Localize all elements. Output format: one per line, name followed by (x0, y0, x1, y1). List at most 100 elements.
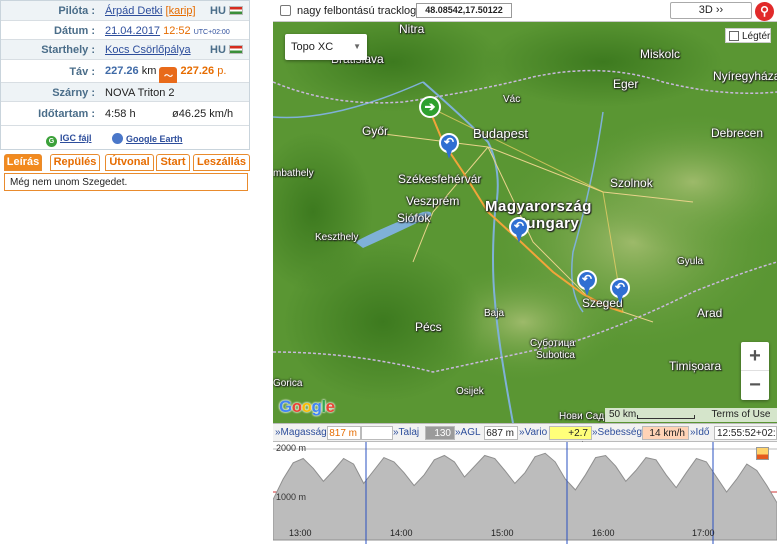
distance-label: Táv : (69, 65, 95, 78)
distance-value: 227.26 (105, 64, 139, 77)
google-earth-icon (112, 133, 123, 144)
description-box: Még nem unom Szegedet. (4, 173, 248, 191)
terms-of-use-link[interactable]: Terms of Use (705, 408, 777, 422)
igc-icon: G (46, 136, 57, 147)
turnpoint-marker[interactable]: ↶ (509, 217, 529, 243)
airspace-checkbox[interactable] (729, 31, 739, 41)
city-subotica-cyrillic: Суботица (530, 338, 575, 349)
pilot-nick-link[interactable]: [karip] (166, 5, 196, 17)
glider-label: Szárny : (52, 86, 95, 99)
tab-bar: Leírás Repülés Útvonal Start Leszállás (4, 154, 250, 172)
turnpoint-marker[interactable]: ↶ (439, 133, 459, 159)
points-unit: p. (217, 64, 227, 77)
time-value: 12:55:52+02:0 (714, 426, 777, 440)
3d-button[interactable]: 3D ›› (670, 2, 752, 19)
igc-file-link[interactable]: G IGC fájl (46, 133, 92, 147)
map-toolbar: nagy felbontású tracklog 48.08542,17.501… (273, 0, 777, 22)
flight-readout-bar: »Magasság 817 m »Talaj 130 m »AGL 687 m … (273, 423, 777, 452)
glider-row: Szárny : NOVA Triton 2 (1, 82, 249, 102)
zoom-in-button[interactable]: + (741, 342, 769, 371)
pilot-country: HU (210, 5, 243, 17)
map-type-selector[interactable]: Topo XC ▼ (285, 34, 367, 60)
duration-row: Időtartam : 4:58 h ø46.25 km/h (1, 102, 249, 126)
date-row: Dátum : 21.04.2017 12:52 UTC+02:00 (1, 21, 249, 40)
points-value: 227.26 (180, 64, 215, 77)
city-pecs: Pécs (415, 320, 442, 334)
distance-unit: km (141, 64, 157, 77)
search-icon[interactable]: ⚲ (755, 2, 774, 21)
city-veszprem: Veszprém (406, 194, 460, 208)
zoom-out-button[interactable]: − (741, 371, 769, 400)
altitude-graph[interactable]: 2000 m 1000 m 13:00 14:00 15:00 16:00 17… (273, 442, 777, 544)
city-baja: Baja (484, 308, 505, 319)
tab-landing[interactable]: Leszállás (193, 154, 250, 171)
city-szekesfehervar: Székesfehérvár (398, 172, 482, 186)
zoom-control: + − (741, 342, 769, 400)
timezone: UTC+02:00 (193, 28, 230, 36)
average-speed: ø46.25 km/h (172, 108, 234, 120)
city-gyula: Gyula (677, 256, 704, 267)
flight-info-panel: Pilóta : Árpád Detki [karip] HU Dátum : … (0, 0, 250, 150)
time-tick: 17:00 (692, 528, 715, 538)
pilot-label: Pilóta : (58, 5, 95, 17)
start-time: 12:52 (163, 24, 191, 37)
city-timisoara: Timișoara (669, 359, 722, 373)
time-tick: 16:00 (592, 528, 615, 538)
time-label: »Idő (690, 427, 710, 438)
city-keszthely: Keszthely (315, 232, 359, 243)
hungary-flag-icon (228, 6, 243, 15)
google-logo: Google (279, 397, 335, 416)
tab-route[interactable]: Útvonal (105, 154, 154, 171)
ground-label: »Talaj (393, 427, 420, 438)
duration-value: 4:58 h (105, 108, 136, 120)
y-axis-top: 2000 m (276, 443, 307, 453)
google-earth-link[interactable]: Google Earth (112, 133, 183, 144)
hungary-flag-icon (228, 45, 243, 54)
tab-flight[interactable]: Repülés (50, 154, 100, 171)
duration-label: Időtartam : (38, 108, 95, 120)
city-szombathely: mbathely (273, 168, 314, 179)
pilot-row: Pilóta : Árpád Detki [karip] HU (1, 1, 249, 21)
map-scale: 50 km (605, 408, 705, 422)
tab-start[interactable]: Start (156, 154, 190, 171)
takeoff-label: Starthely : (41, 44, 95, 56)
agl-label: »AGL (455, 427, 481, 438)
altitude-value: 817 m (327, 426, 361, 440)
city-nyiregyhaza: Nyíregyháza (713, 69, 777, 83)
city-nitra: Nitra (399, 22, 425, 36)
city-miskolc: Miskolc (640, 47, 681, 61)
airspace-toggle[interactable]: Légtér (725, 28, 771, 43)
agl-value: 687 m (484, 426, 518, 440)
tab-description[interactable]: Leírás (4, 154, 42, 171)
city-eger: Eger (613, 77, 639, 91)
turnpoint-marker[interactable]: ↶ (577, 270, 597, 296)
hires-label: nagy felbontású tracklog (297, 5, 417, 17)
chevron-down-icon: ▼ (353, 42, 361, 51)
ground-value: 130 m (425, 426, 455, 452)
city-budapest: Budapest (473, 126, 528, 141)
city-gorica: Gorica (273, 378, 303, 389)
file-links: G IGC fájl Google Earth (1, 129, 249, 149)
landing-marker[interactable]: ↶ (610, 278, 630, 304)
takeoff-row: Starthely : Kocs Csörlőpálya HU (1, 40, 249, 60)
takeoff-country: HU (210, 44, 243, 56)
date-label: Dátum : (54, 24, 95, 37)
chart-options-icon[interactable] (756, 447, 769, 460)
pilot-name-link[interactable]: Árpád Detki (105, 5, 162, 17)
time-tick: 15:00 (491, 528, 514, 538)
date-link[interactable]: 21.04.2017 (105, 25, 160, 37)
hires-checkbox[interactable] (280, 5, 291, 16)
glider-name: NOVA Triton 2 (105, 86, 175, 99)
city-vac: Vác (503, 94, 521, 105)
altitude-label: »Magasság (275, 427, 327, 438)
map[interactable]: Nitra Bratislava Miskolc Nyíregyháza Ege… (273, 22, 777, 423)
takeoff-link[interactable]: Kocs Csörlőpálya (105, 44, 191, 56)
country-name-hu: Magyarország (485, 198, 592, 215)
takeoff-marker-icon[interactable]: ➔ (419, 96, 441, 118)
city-novi-sad: Нови Сад (559, 411, 605, 422)
coordinates-field[interactable]: 48.08542,17.50122 (416, 3, 512, 18)
altitude-spacer (361, 426, 393, 440)
time-tick: 14:00 (390, 528, 413, 538)
city-osijek: Osijek (456, 386, 484, 397)
vario-label: »Vario (519, 427, 548, 438)
